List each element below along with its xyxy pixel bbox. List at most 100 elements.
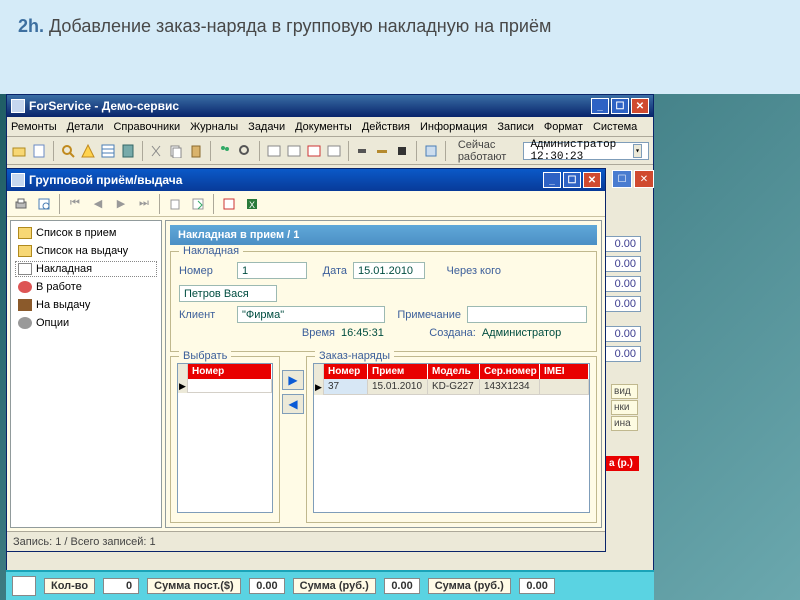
invoice-group: Накладная Номер Дата Через кого Клиент П…: [170, 251, 597, 352]
copy-icon[interactable]: [168, 141, 184, 161]
content-pane: Накладная в прием / 1 Накладная Номер Да…: [165, 220, 602, 528]
col-num[interactable]: Номер: [324, 364, 368, 379]
chip-icon[interactable]: [394, 141, 410, 161]
next-icon[interactable]: ▶: [111, 194, 131, 214]
created-value: Администратор: [482, 327, 561, 339]
bg-values-2: 0.00 0.00: [603, 326, 641, 362]
maximize-button[interactable]: ☐: [611, 98, 629, 114]
gear-icon: [18, 317, 32, 329]
menu-item[interactable]: Действия: [362, 121, 410, 133]
tree-item-options[interactable]: Опции: [15, 315, 157, 331]
sum-rub-value: 0.00: [384, 578, 420, 594]
folder-icon: [18, 245, 32, 257]
bg-window-controls: ☐ ✕: [612, 170, 654, 188]
excel-icon[interactable]: X: [242, 194, 262, 214]
nav-tree: Список в прием Список на выдачу Накладна…: [10, 220, 162, 528]
bg-red-header: а (р.): [603, 456, 639, 471]
first-icon[interactable]: ⏮: [65, 194, 85, 214]
menu-item[interactable]: Ремонты: [11, 121, 57, 133]
paste-icon[interactable]: [188, 141, 204, 161]
part-icon[interactable]: [354, 141, 370, 161]
tree-item-invoice[interactable]: Накладная: [15, 261, 157, 277]
qty-value: 0: [103, 578, 139, 594]
bg-value: 0.00: [603, 346, 641, 362]
bg-label: вид: [611, 384, 638, 399]
tree-item-outgoing[interactable]: На выдачу: [15, 297, 157, 313]
tree-item-output-list[interactable]: Список на выдачу: [15, 243, 157, 259]
cut-icon[interactable]: [148, 141, 164, 161]
sum-usd-label: Сумма пост.($): [147, 578, 240, 594]
modal-close-button[interactable]: ✕: [583, 172, 601, 188]
menu-item[interactable]: Информация: [420, 121, 487, 133]
app-titlebar[interactable]: ForService - Демо-сервис _ ☐ ✕: [7, 95, 653, 117]
col-number[interactable]: Номер: [188, 364, 272, 379]
last-icon[interactable]: ⏭: [134, 194, 154, 214]
move-left-button[interactable]: ◀: [282, 394, 304, 414]
people-icon[interactable]: [217, 141, 233, 161]
list4-icon[interactable]: [326, 141, 342, 161]
menu-item[interactable]: Записи: [497, 121, 534, 133]
col-serial[interactable]: Сер.номер: [480, 364, 540, 379]
new-icon[interactable]: [31, 141, 47, 161]
menu-item[interactable]: Детали: [67, 121, 104, 133]
export-icon[interactable]: [188, 194, 208, 214]
warning-icon[interactable]: [80, 141, 96, 161]
sum-rub-label: Сумма (руб.): [293, 578, 376, 594]
orders-group: Заказ-наряды Номер Прием Модель Сер.номе…: [306, 356, 597, 523]
via-field[interactable]: [179, 285, 277, 302]
preview-icon[interactable]: [34, 194, 54, 214]
move-right-button[interactable]: ▶: [282, 370, 304, 390]
tree-item-inwork[interactable]: В работе: [15, 279, 157, 295]
menu-item[interactable]: Журналы: [190, 121, 238, 133]
table-row[interactable]: ▶ 37 15.01.2010 KD-G227 143X1234: [314, 379, 589, 395]
bg-value: 0.00: [603, 296, 641, 312]
find-icon[interactable]: [237, 141, 253, 161]
list3-icon[interactable]: [306, 141, 322, 161]
col-date[interactable]: Прием: [368, 364, 428, 379]
close-button[interactable]: ✕: [631, 98, 649, 114]
cell-serial: 143X1234: [480, 379, 540, 395]
client-field[interactable]: [237, 306, 385, 323]
chevron-down-icon[interactable]: ▾: [633, 144, 642, 158]
menu-item[interactable]: Система: [593, 121, 637, 133]
modal-minimize-button[interactable]: _: [543, 172, 561, 188]
menu-item[interactable]: Документы: [295, 121, 352, 133]
bg-close-button[interactable]: ✕: [634, 170, 654, 188]
copy2-icon[interactable]: [165, 194, 185, 214]
col-model[interactable]: Модель: [428, 364, 480, 379]
cell-date: 15.01.2010: [368, 379, 428, 395]
menu-item[interactable]: Справочники: [113, 121, 180, 133]
person-icon: [18, 281, 32, 293]
working-field[interactable]: Администратор 12:30:23 ▾: [523, 142, 649, 160]
col-imei[interactable]: IMEI: [540, 364, 589, 379]
print-icon[interactable]: [11, 194, 31, 214]
tree-item-intake-list[interactable]: Список в прием: [15, 225, 157, 241]
form-icon[interactable]: [423, 141, 439, 161]
bg-values-1: 0.00 0.00 0.00 0.00: [603, 236, 641, 312]
xml-icon[interactable]: [219, 194, 239, 214]
list2-icon[interactable]: [286, 141, 302, 161]
menu-item[interactable]: Задачи: [248, 121, 285, 133]
bottom-icon[interactable]: [12, 576, 36, 596]
grid-icon[interactable]: [100, 141, 116, 161]
bg-restore-button[interactable]: ☐: [612, 170, 632, 188]
app-icon: [11, 99, 25, 113]
note-field[interactable]: [467, 306, 587, 323]
orders-table[interactable]: Номер Прием Модель Сер.номер IMEI ▶ 37 1…: [313, 363, 590, 513]
part2-icon[interactable]: [374, 141, 390, 161]
menu-item[interactable]: Формат: [544, 121, 583, 133]
calc-icon[interactable]: [120, 141, 136, 161]
modal-titlebar[interactable]: Групповой приём/выдача _ ☐ ✕: [7, 169, 605, 191]
minimize-button[interactable]: _: [591, 98, 609, 114]
menubar: Ремонты Детали Справочники Журналы Задач…: [7, 117, 653, 137]
number-field[interactable]: [237, 262, 307, 279]
prev-icon[interactable]: ◀: [88, 194, 108, 214]
list1-icon[interactable]: [266, 141, 282, 161]
select-list[interactable]: Номер ▶: [177, 363, 273, 513]
date-field[interactable]: [353, 262, 425, 279]
move-buttons: ▶ ◀: [282, 356, 304, 523]
bg-value: 0.00: [603, 256, 641, 272]
search-icon[interactable]: [60, 141, 76, 161]
modal-maximize-button[interactable]: ☐: [563, 172, 581, 188]
open-icon[interactable]: [11, 141, 27, 161]
